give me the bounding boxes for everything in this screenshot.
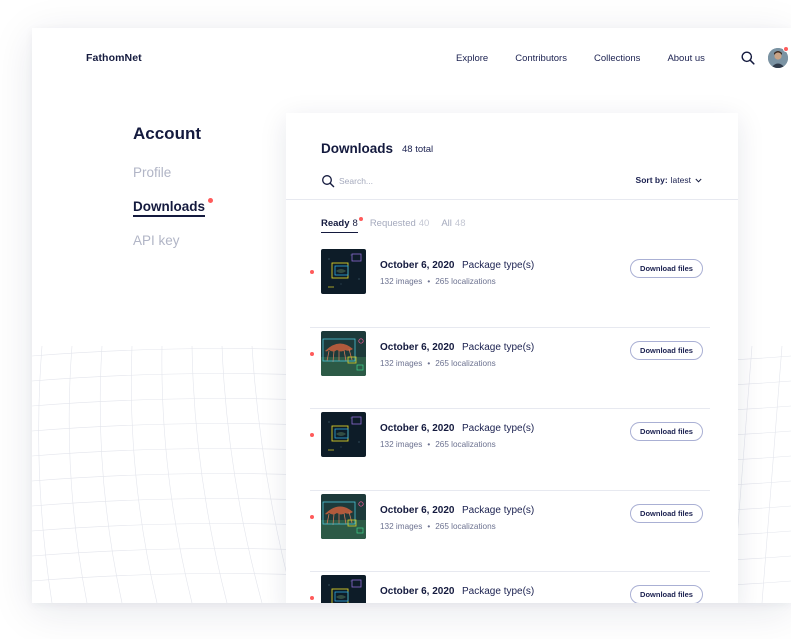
- search-icon: [321, 174, 335, 188]
- list-item: October 6, 2020 Package type(s) 132 imag…: [286, 491, 738, 572]
- notification-dot: [358, 217, 363, 221]
- tab-count: 8: [352, 218, 358, 229]
- download-date: October 6, 2020: [380, 341, 455, 353]
- account-title: Account: [133, 124, 201, 143]
- chevron-down-icon: [695, 178, 702, 183]
- notification-dot: [783, 46, 789, 52]
- download-date: October 6, 2020: [380, 586, 455, 597]
- search-input[interactable]: [339, 173, 539, 189]
- notification-dot: [208, 198, 213, 203]
- divider: [286, 199, 738, 200]
- separator: •: [427, 277, 431, 286]
- sort-value: latest: [670, 175, 691, 185]
- total-count: 48 total: [402, 144, 434, 155]
- download-date: October 6, 2020: [380, 423, 455, 434]
- nav-about-us[interactable]: About us: [667, 53, 705, 64]
- download-date: October 6, 2020: [380, 504, 455, 516]
- tab-label: All: [441, 218, 452, 229]
- package-type: Package type(s): [462, 586, 535, 597]
- download-files-button[interactable]: Download files: [630, 585, 703, 603]
- tab-label: Requested: [369, 218, 416, 229]
- unread-dot: [310, 270, 314, 274]
- sidebar-item-api-key[interactable]: API key: [133, 233, 180, 248]
- tab-bar: Ready 8 Requested 40 All 48: [321, 217, 477, 233]
- package-type: Package type(s): [462, 260, 535, 271]
- package-type: Package type(s): [462, 423, 535, 434]
- download-files-button[interactable]: Download files: [630, 503, 703, 523]
- package-thumbnail[interactable]: [321, 412, 366, 457]
- downloads-panel: Downloads 48 total Sort by: latest Ready…: [286, 113, 738, 603]
- localization-count: 265 localizations: [435, 358, 496, 368]
- tab-all[interactable]: All 48: [441, 218, 465, 229]
- tab-requested[interactable]: Requested 40: [370, 218, 430, 229]
- image-count: 132 images: [380, 358, 423, 368]
- download-files-button[interactable]: Download files: [630, 259, 703, 278]
- package-type: Package type(s): [462, 504, 535, 516]
- package-thumbnail[interactable]: [321, 575, 366, 603]
- localization-count: 265 localizations: [435, 440, 496, 449]
- app-window: FathomNet Explore Contributors Collectio…: [32, 28, 791, 603]
- tab-count: 48: [454, 218, 466, 229]
- download-meta: 132 images • 265 localizations: [380, 277, 496, 286]
- image-count: 132 images: [380, 521, 423, 531]
- download-meta: 132 images • 265 localizations: [380, 440, 496, 449]
- package-thumbnail[interactable]: [321, 330, 366, 376]
- download-files-button[interactable]: Download files: [630, 422, 703, 441]
- list-item: October 6, 2020 Package type(s) 132 imag…: [286, 409, 738, 491]
- active-indicator: [133, 215, 205, 217]
- package-thumbnail[interactable]: [321, 249, 366, 294]
- download-files-button[interactable]: Download files: [630, 340, 703, 360]
- sidebar-item-profile[interactable]: Profile: [133, 165, 171, 180]
- tab-count: 40: [418, 218, 430, 229]
- separator: •: [427, 358, 431, 368]
- unread-dot: [310, 351, 314, 356]
- nav-contributors[interactable]: Contributors: [515, 53, 567, 64]
- nav-collections[interactable]: Collections: [594, 53, 640, 64]
- search-icon[interactable]: [740, 50, 756, 66]
- image-count: 132 images: [380, 277, 423, 286]
- tab-label: Ready: [321, 218, 350, 229]
- package-type: Package type(s): [462, 341, 535, 353]
- tab-ready[interactable]: Ready 8: [321, 217, 363, 233]
- localization-count: 265 localizations: [435, 277, 496, 286]
- unread-dot: [310, 596, 314, 600]
- download-meta: 132 images • 265 localizations: [380, 522, 496, 531]
- sort-dropdown[interactable]: Sort by: latest: [636, 175, 702, 185]
- nav-explore[interactable]: Explore: [456, 53, 488, 64]
- list-item: October 6, 2020 Package type(s) 132 imag…: [286, 328, 738, 409]
- separator: •: [427, 440, 431, 449]
- downloads-list: October 6, 2020 Package type(s) 132 imag…: [286, 246, 738, 603]
- unread-dot: [310, 514, 314, 519]
- package-thumbnail[interactable]: [321, 493, 366, 539]
- unread-dot: [310, 433, 314, 437]
- list-item: October 6, 2020 Package type(s) 132 imag…: [286, 246, 738, 328]
- download-date: October 6, 2020: [380, 260, 455, 271]
- sidebar-item-downloads[interactable]: Downloads: [133, 199, 205, 214]
- top-nav: Explore Contributors Collections About u…: [456, 53, 732, 64]
- logo[interactable]: FathomNet: [86, 52, 142, 64]
- list-item: October 6, 2020 Package type(s) 132 imag…: [286, 572, 738, 603]
- download-meta: 132 images • 265 localizations: [380, 359, 496, 368]
- separator: •: [427, 521, 431, 531]
- localization-count: 265 localizations: [435, 521, 496, 531]
- panel-title: Downloads: [321, 141, 394, 156]
- sort-label: Sort by:: [635, 175, 668, 185]
- image-count: 132 images: [380, 440, 423, 449]
